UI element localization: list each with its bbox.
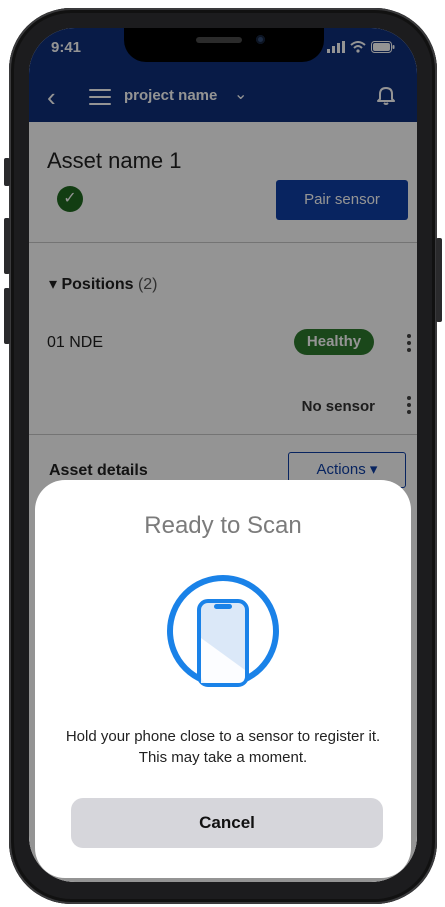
mute-switch	[4, 158, 10, 186]
scan-instructions: Hold your phone close to a sensor to reg…	[65, 728, 381, 766]
notch	[124, 28, 324, 62]
volume-down-button	[4, 288, 10, 344]
volume-up-button	[4, 218, 10, 274]
speaker	[196, 37, 242, 43]
power-button	[436, 238, 442, 322]
cancel-button[interactable]: Cancel	[71, 798, 383, 848]
phone-scan-icon	[166, 574, 280, 693]
camera-icon	[256, 35, 265, 44]
phone-screen: 9:41 ‹ project name ⌄ Asset name 1 ✓ Pai…	[29, 28, 417, 882]
sheet-title: Ready to Scan	[144, 512, 302, 539]
ready-to-scan-sheet: Ready to Scan Hold your phone close to a…	[35, 480, 411, 878]
